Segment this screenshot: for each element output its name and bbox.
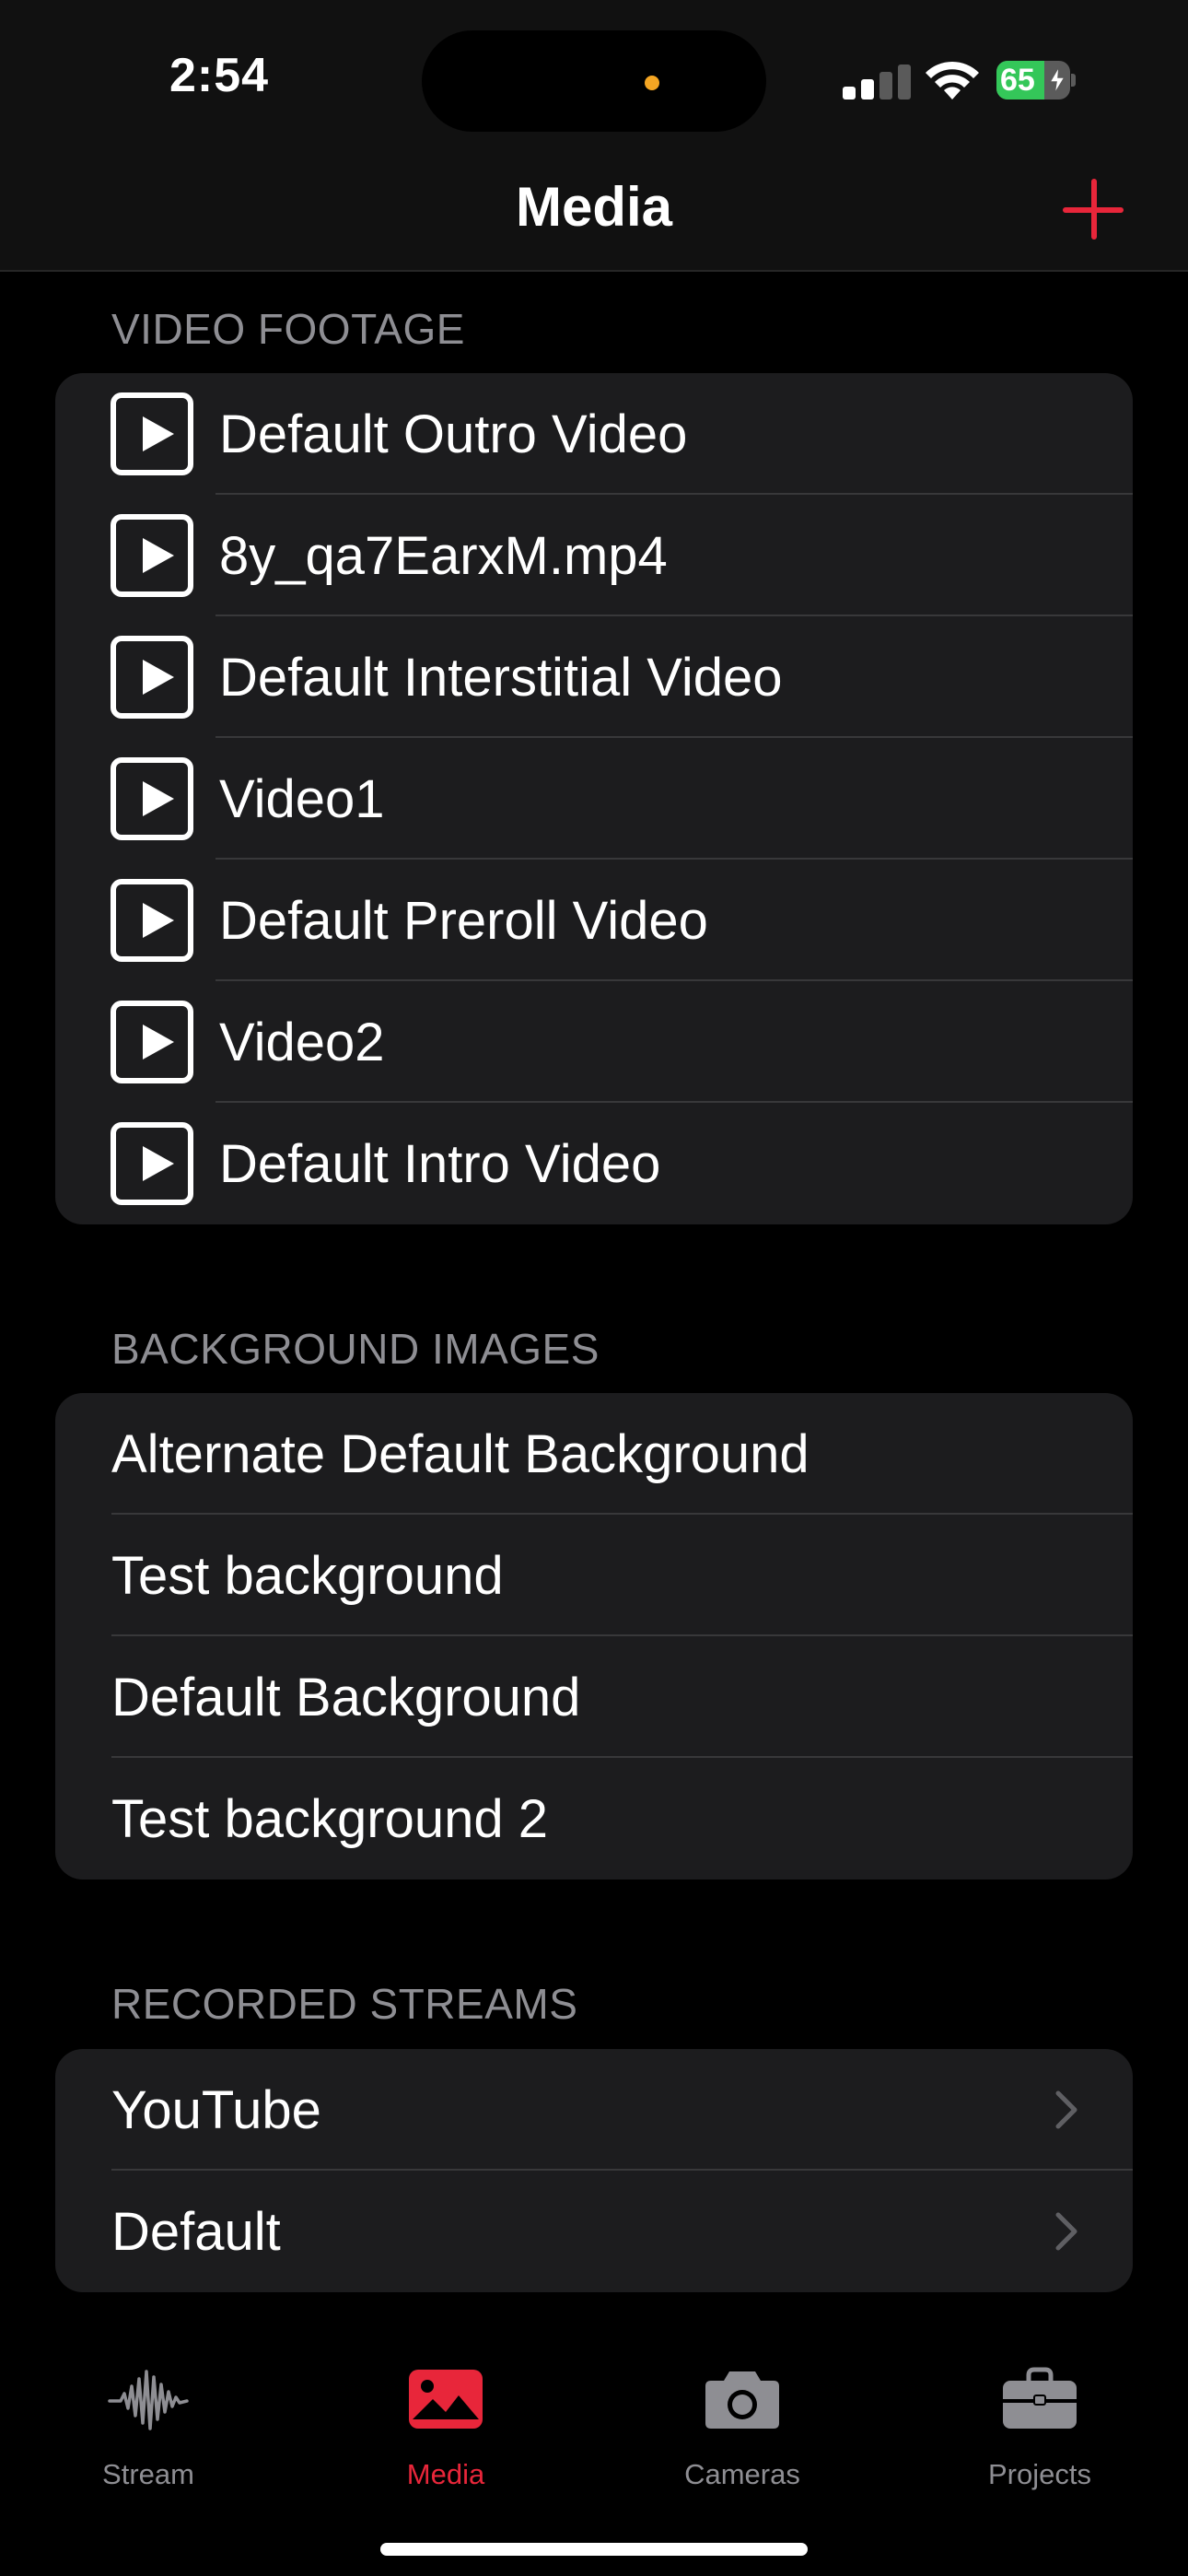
page-title: Media (515, 176, 673, 238)
recorded-stream-label: Default (111, 2201, 281, 2262)
background-item[interactable]: Alternate Default Background (55, 1393, 1133, 1515)
video-item[interactable]: Default Preroll Video (55, 860, 1133, 981)
video-item-label: Default Preroll Video (219, 890, 708, 951)
recording-indicator-dot (645, 76, 659, 90)
video-footage-list: Default Outro Video 8y_qa7EarxM.mp4 Defa… (55, 373, 1133, 1224)
tab-media[interactable]: Media (354, 2322, 538, 2506)
status-time: 2:54 (169, 49, 270, 102)
video-item[interactable]: Default Outro Video (55, 373, 1133, 495)
wifi-icon (926, 61, 979, 100)
dynamic-island (422, 30, 766, 132)
video-item[interactable]: Default Intro Video (55, 1103, 1133, 1224)
video-item-label: Default Intro Video (219, 1133, 661, 1194)
background-item-label: Default Background (111, 1667, 581, 1727)
play-icon (111, 514, 193, 597)
add-media-button[interactable] (1059, 175, 1127, 243)
tab-stream[interactable]: Stream (56, 2322, 240, 2506)
recorded-stream-item[interactable]: Default (55, 2171, 1133, 2292)
navigation-bar: Media (0, 147, 1188, 272)
section-header-recorded-streams: RECORDED STREAMS (111, 1980, 578, 2028)
play-icon (111, 392, 193, 475)
background-item[interactable]: Test background 2 (55, 1758, 1133, 1879)
tab-label: Cameras (684, 2458, 800, 2490)
recorded-stream-label: YouTube (111, 2079, 321, 2140)
home-indicator[interactable] (380, 2543, 808, 2556)
signal-icon (843, 63, 913, 100)
video-item-label: Video2 (219, 1012, 385, 1072)
play-icon (111, 757, 193, 840)
video-item[interactable]: Default Interstitial Video (55, 616, 1133, 738)
tab-projects[interactable]: Projects (948, 2322, 1132, 2506)
charging-bolt-icon (1048, 66, 1066, 94)
background-item-label: Test background (111, 1545, 504, 1606)
video-item-label: 8y_qa7EarxM.mp4 (219, 525, 668, 586)
section-header-background-images: BACKGROUND IMAGES (111, 1325, 600, 1373)
video-item-label: Default Outro Video (219, 404, 688, 464)
waveform-icon (108, 2370, 189, 2430)
play-icon (111, 636, 193, 719)
recorded-stream-item[interactable]: YouTube (55, 2049, 1133, 2171)
tab-label: Projects (988, 2458, 1091, 2490)
status-bar: 2:54 65 (0, 0, 1188, 147)
video-item[interactable]: 8y_qa7EarxM.mp4 (55, 495, 1133, 616)
video-item-label: Default Interstitial Video (219, 647, 783, 708)
background-images-list: Alternate Default Background Test backgr… (55, 1393, 1133, 1879)
background-item[interactable]: Test background (55, 1515, 1133, 1636)
video-item[interactable]: Video2 (55, 981, 1133, 1103)
recorded-streams-list: YouTube Default (55, 2049, 1133, 2292)
tab-bar: Stream Media Cameras Projects (0, 2322, 1188, 2576)
play-icon (111, 1001, 193, 1083)
video-item[interactable]: Video1 (55, 738, 1133, 860)
tab-label: Media (406, 2458, 485, 2490)
section-header-video-footage: VIDEO FOOTAGE (111, 305, 465, 353)
background-item-label: Alternate Default Background (111, 1423, 809, 1484)
briefcase-icon (1003, 2367, 1077, 2429)
play-icon (111, 879, 193, 962)
photo-icon (409, 2370, 483, 2429)
video-item-label: Video1 (219, 768, 385, 829)
tab-cameras[interactable]: Cameras (650, 2322, 834, 2506)
tab-label: Stream (102, 2458, 194, 2490)
camera-icon (705, 2371, 779, 2429)
play-icon (111, 1122, 193, 1205)
chevron-right-icon (1055, 2090, 1077, 2129)
chevron-right-icon (1055, 2212, 1077, 2251)
background-item-label: Test background 2 (111, 1788, 548, 1849)
background-item[interactable]: Default Background (55, 1636, 1133, 1758)
battery-icon: 65 (996, 61, 1076, 100)
battery-level: 65 (1000, 63, 1035, 98)
